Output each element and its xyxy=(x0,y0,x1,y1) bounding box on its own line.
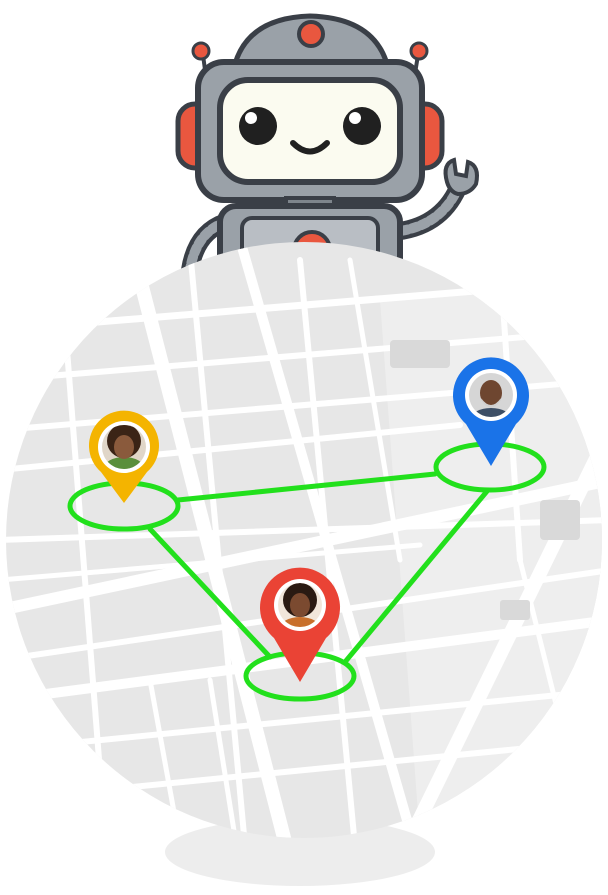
robot-eye-right xyxy=(343,107,381,145)
robot-claw xyxy=(443,157,479,197)
map-block-3 xyxy=(500,600,530,620)
map-block-2 xyxy=(540,500,580,540)
map-block-1 xyxy=(390,340,450,368)
illustration xyxy=(0,0,608,895)
robot-antenna-left-tip xyxy=(191,41,211,61)
robot-dome-light xyxy=(297,20,325,48)
scene-svg xyxy=(6,13,602,886)
robot-antenna-right-tip xyxy=(409,41,429,61)
robot-eye-left xyxy=(239,107,277,145)
robot-eye-left-glint xyxy=(245,112,257,124)
map-globe xyxy=(6,242,602,838)
robot-eye-right-glint xyxy=(349,112,361,124)
